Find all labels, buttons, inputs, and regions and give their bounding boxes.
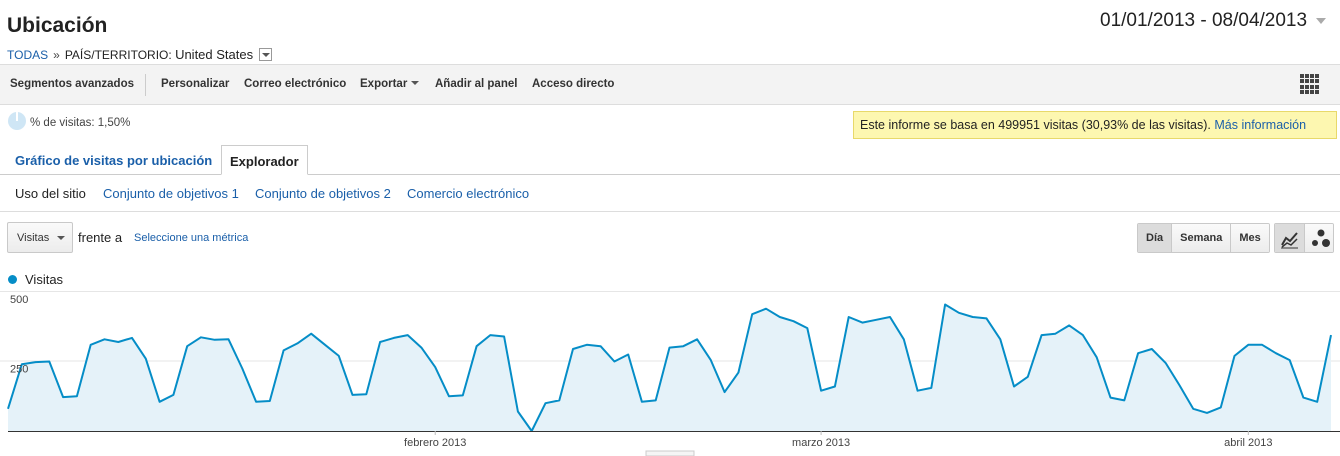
tab-explorer[interactable]: Explorador <box>221 145 308 175</box>
subtab-goal-set-2[interactable]: Conjunto de objetivos 2 <box>255 186 391 201</box>
page-title: Ubicación <box>7 14 108 37</box>
versus-label: frente a <box>78 230 123 245</box>
breadcrumb: TODAS » PAÍS/TERRITORIO: United States <box>7 47 273 62</box>
subtab-site-usage[interactable]: Uso del sitio <box>15 186 86 201</box>
period-month-button[interactable]: Mes <box>1230 224 1269 252</box>
date-range-picker[interactable]: 01/01/2013 - 08/04/2013 <box>1096 5 1332 37</box>
subtab-goal-set-1[interactable]: Conjunto de objetivos 1 <box>103 186 239 201</box>
metric-select[interactable]: Visitas <box>7 222 73 253</box>
view-selector <box>1274 223 1334 253</box>
period-day-button[interactable]: Día <box>1138 224 1172 252</box>
shortcut-button[interactable]: Acceso directo <box>532 78 614 90</box>
customize-button[interactable]: Personalizar <box>161 78 229 90</box>
report-toolbar: Segmentos avanzados Personalizar Correo … <box>0 64 1340 105</box>
advanced-segments-button[interactable]: Segmentos avanzados <box>10 78 134 90</box>
pie-icon <box>8 112 26 130</box>
subtab-divider <box>0 211 1340 212</box>
dimension-dropdown-icon[interactable] <box>259 48 273 61</box>
sampling-notice-text: Este informe se basa en 499951 visitas (… <box>860 118 1211 132</box>
legend-dot <box>8 275 17 284</box>
period-selector: Día Semana Mes <box>1137 223 1270 253</box>
visits-chart: 500 250 febrero 2013 marzo 2013 abril 2013 <box>0 291 1340 456</box>
tab-divider <box>0 174 1340 175</box>
subtab-ecommerce[interactable]: Comercio electrónico <box>407 186 529 201</box>
chevron-down-icon <box>411 81 420 85</box>
breadcrumb-separator: » <box>53 48 60 62</box>
toolbar-divider <box>145 74 146 96</box>
motion-chart-icon[interactable] <box>1305 224 1333 252</box>
sample-percent: % de visitas: 1,50% <box>8 112 130 130</box>
y-tick-label: 250 <box>10 364 28 376</box>
breadcrumb-dimension-value: United States <box>175 47 254 62</box>
add-to-dashboard-button[interactable]: Añadir al panel <box>435 78 517 90</box>
date-range-value: 01/01/2013 - 08/04/2013 <box>1100 10 1308 31</box>
metric-select-value: Visitas <box>17 232 50 244</box>
line-chart-icon[interactable] <box>1275 224 1305 252</box>
select-metric-link[interactable]: Seleccione una métrica <box>134 232 248 244</box>
export-button[interactable]: Exportar <box>360 78 420 90</box>
more-info-link[interactable]: Más información <box>1214 118 1306 132</box>
chart-resize-handle <box>645 450 695 456</box>
breadcrumb-root-link[interactable]: TODAS <box>7 48 48 62</box>
y-tick-label: 500 <box>10 294 28 306</box>
chevron-down-icon[interactable] <box>1316 18 1326 24</box>
x-tick-label: abril 2013 <box>1224 437 1272 449</box>
x-tick-label: febrero 2013 <box>404 437 466 449</box>
x-tick-label: marzo 2013 <box>792 437 850 449</box>
sample-percent-label: % de visitas: 1,50% <box>30 117 131 129</box>
grid-icon[interactable] <box>1300 74 1320 94</box>
series-area <box>8 304 1331 431</box>
email-button[interactable]: Correo electrónico <box>244 78 346 90</box>
chevron-down-icon <box>57 236 65 240</box>
export-label: Exportar <box>360 78 408 90</box>
period-week-button[interactable]: Semana <box>1171 224 1231 252</box>
sampling-notice: Este informe se basa en 499951 visitas (… <box>853 111 1337 139</box>
tab-location-map[interactable]: Gráfico de visitas por ubicación <box>15 153 212 168</box>
breadcrumb-dimension-label: PAÍS/TERRITORIO: <box>64 48 172 62</box>
